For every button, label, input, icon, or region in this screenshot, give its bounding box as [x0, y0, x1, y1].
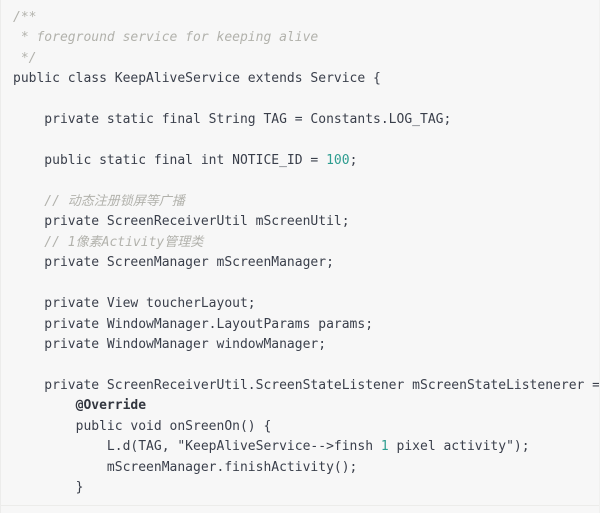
code-token-comment: */ — [13, 50, 37, 66]
code-line: private WindowManager.LayoutParams param… — [13, 315, 599, 335]
code-content[interactable]: /** * foreground service for keeping ali… — [13, 8, 599, 499]
code-token-annotation: @Override — [13, 398, 147, 414]
code-line: /** — [13, 8, 599, 28]
code-line: private ScreenReceiverUtil.ScreenStateLi… — [13, 376, 599, 396]
code-line: private View toucherLayout; — [13, 294, 599, 314]
code-token-number: 100 — [326, 153, 350, 169]
code-token-text: private WindowManager.LayoutParams param… — [13, 316, 374, 332]
code-line: */ — [13, 49, 599, 69]
code-line: private ScreenReceiverUtil mScreenUtil; — [13, 212, 599, 232]
code-line: // 1像素Activity管理类 — [13, 233, 599, 253]
code-token-comment: // 1像素Activity管理类 — [13, 234, 204, 250]
code-line: public void onSreenOn() { — [13, 417, 599, 437]
code-line: } — [13, 478, 599, 498]
code-token-text: pixel activity"); — [388, 439, 530, 455]
code-token-comment: * foreground service for keeping alive — [13, 30, 319, 46]
code-token-text: private ScreenReceiverUtil.ScreenStateLi… — [44, 377, 599, 393]
code-token-comment: // 动态注册锁屏等广播 — [13, 193, 185, 209]
code-token-text: private static final String TAG = Consta… — [13, 112, 452, 128]
code-token-text: } — [13, 480, 84, 496]
code-editor-viewport[interactable]: /** * foreground service for keeping ali… — [0, 0, 600, 513]
code-line: @Override — [13, 396, 599, 416]
code-token-number: 1 — [380, 439, 389, 455]
code-token-text: mScreenManager.finishActivity(); — [13, 459, 358, 475]
code-token-text: public void onSreenOn() { — [13, 418, 272, 434]
code-line: // 动态注册锁屏等广播 — [13, 192, 599, 212]
code-token-text: private ScreenManager mScreenManager; — [13, 255, 334, 271]
code-token-text: public class KeepAliveService extends Se… — [13, 71, 381, 87]
code-token-text: L.d(TAG, "KeepAliveService-->finsh — [13, 439, 381, 455]
code-token-comment: /** — [13, 10, 37, 25]
code-token-text: private WindowManager windowManager; — [13, 337, 327, 352]
code-line: * foreground service for keeping alive — [13, 28, 599, 48]
code-line: mScreenManager.finishActivity(); — [13, 458, 599, 478]
code-line: private ScreenManager mScreenManager; — [13, 253, 599, 273]
code-token-text: private ScreenReceiverUtil mScreenUtil; — [13, 214, 350, 230]
code-token-text: public static final int NOTICE_ID = — [13, 153, 327, 169]
bottom-divider — [1, 505, 599, 506]
code-line: private WindowManager windowManager; — [13, 335, 599, 355]
code-token-text: private View toucherLayout; — [13, 296, 256, 312]
code-line: public static final int NOTICE_ID = 100; — [13, 151, 599, 171]
code-line: L.d(TAG, "KeepAliveService-->finsh 1 pix… — [13, 437, 599, 457]
code-line: public class KeepAliveService extends Se… — [13, 69, 599, 89]
code-line: private static final String TAG = Consta… — [13, 110, 599, 130]
code-token-text: ; — [349, 153, 358, 169]
